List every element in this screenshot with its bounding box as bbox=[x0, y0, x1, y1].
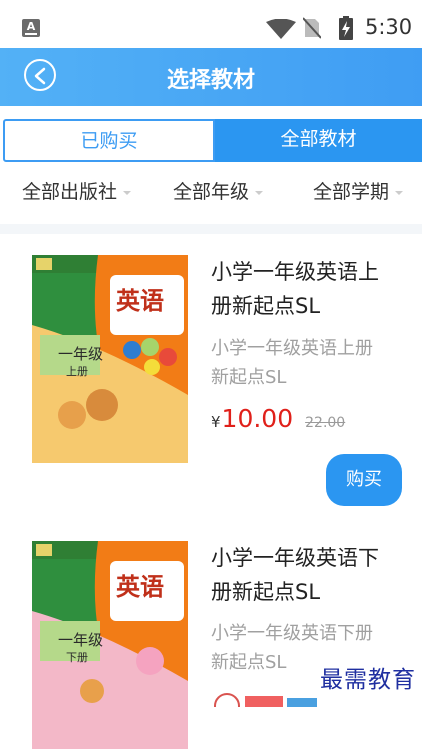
cover-grade-text: 一年级 bbox=[58, 631, 104, 649]
wifi-icon bbox=[266, 19, 296, 39]
original-price: 22.00 bbox=[305, 415, 346, 431]
book-desc-line: 小学一年级英语下册 bbox=[211, 623, 373, 644]
watermark-text: 最需教育 bbox=[320, 667, 416, 693]
partial-logo-image bbox=[211, 690, 321, 707]
section-divider bbox=[0, 224, 422, 234]
book-title-line: 小学一年级英语下 bbox=[211, 546, 379, 570]
filter-bar: 全部出版社 全部年级 全部学期 bbox=[0, 170, 422, 216]
status-bar: A 5:30 bbox=[0, 0, 446, 48]
notification-icon: A bbox=[22, 19, 40, 37]
cover-volume-text: 下册 bbox=[66, 651, 88, 664]
cover-subject-text: 英语 bbox=[116, 287, 164, 315]
book-title[interactable]: 小学一年级英语下 册新起点SL bbox=[211, 541, 401, 609]
cover-subject-text: 英语 bbox=[116, 573, 164, 601]
price-row: ¥10.00 22.00 bbox=[211, 404, 345, 433]
tab-purchased[interactable]: 已购买 bbox=[3, 119, 215, 162]
book-title-line: 小学一年级英语上 bbox=[211, 260, 379, 284]
book-title-line: 册新起点SL bbox=[211, 294, 321, 318]
book-desc-line: 新起点SL bbox=[211, 367, 287, 388]
filter-semester[interactable]: 全部学期 bbox=[313, 170, 404, 214]
book-desc-line: 小学一年级英语上册 bbox=[211, 338, 373, 359]
filter-grade[interactable]: 全部年级 bbox=[173, 170, 264, 214]
book-title[interactable]: 小学一年级英语上 册新起点SL bbox=[211, 255, 401, 323]
book-description: 小学一年级英语上册 新起点SL bbox=[211, 334, 401, 392]
tab-bar: 已购买 全部教材 bbox=[0, 119, 422, 162]
status-time: 5:30 bbox=[365, 15, 413, 39]
filter-publisher-label: 全部出版社 bbox=[22, 181, 118, 203]
dropdown-caret-icon bbox=[255, 190, 264, 195]
battery-charging-icon bbox=[339, 16, 353, 40]
book-cover-image[interactable]: 英语 一年级 下册 bbox=[32, 541, 188, 749]
filter-semester-label: 全部学期 bbox=[313, 181, 390, 203]
dropdown-caret-icon bbox=[395, 190, 404, 195]
book-title-line: 册新起点SL bbox=[211, 580, 321, 604]
title-bar: 选择教材 bbox=[0, 48, 422, 106]
cover-grade-text: 一年级 bbox=[58, 345, 104, 363]
filter-grade-label: 全部年级 bbox=[173, 181, 250, 203]
currency-symbol: ¥ bbox=[211, 413, 221, 431]
page-title: 选择教材 bbox=[166, 68, 255, 93]
buy-button[interactable]: 购买 bbox=[326, 454, 402, 506]
cover-volume-text: 上册 bbox=[66, 365, 88, 378]
tab-all-textbooks[interactable]: 全部教材 bbox=[215, 119, 422, 162]
no-sim-icon bbox=[303, 17, 321, 39]
book-cover-image[interactable]: 英语 一年级 上册 bbox=[32, 255, 188, 463]
sale-price: 10.00 bbox=[221, 404, 294, 433]
dropdown-caret-icon bbox=[123, 190, 132, 195]
filter-publisher[interactable]: 全部出版社 bbox=[22, 170, 132, 214]
